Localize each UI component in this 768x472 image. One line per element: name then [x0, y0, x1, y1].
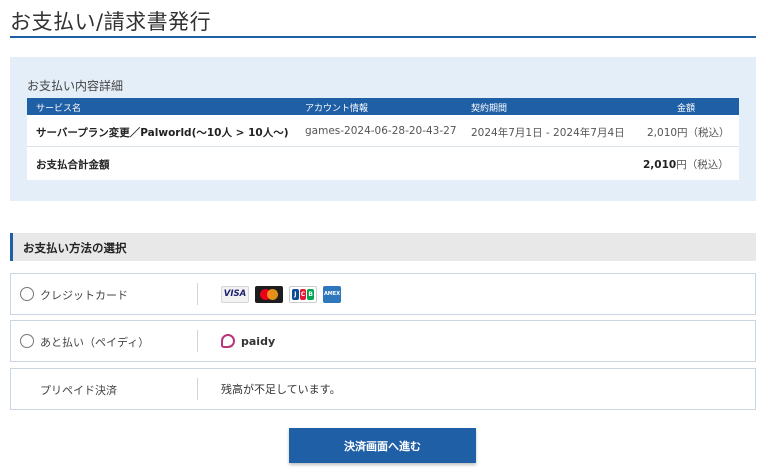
row-service: サーバープラン変更／Palworld(〜10人 > 10人〜) [36, 127, 289, 139]
paidy-brand: paidy [221, 321, 275, 361]
row-period: 2024年7月1日 - 2024年7月4日 [471, 127, 625, 139]
column-account: アカウント情報 [305, 104, 369, 114]
mastercard-logo-icon [255, 285, 283, 303]
column-amount: 金額 [677, 104, 696, 114]
payment-method-heading-bar: お支払い方法の選択 [10, 233, 756, 261]
title-underline [10, 36, 756, 38]
prepaid-message: 残高が不足しています。 [221, 383, 341, 396]
option-credit-card[interactable]: クレジットカード VISA J C B AMEX [10, 273, 756, 315]
page-title: お支払い/請求書発行 [10, 10, 212, 34]
payment-detail-panel: お支払い内容詳細 サービス名 アカウント情報 契約期間 金額 サーバープラン変更… [10, 57, 756, 201]
paidy-label: あと払い（ペイディ） [40, 336, 150, 349]
option-divider [197, 283, 198, 305]
jcb-logo-icon: J C B [289, 285, 317, 303]
option-divider [197, 378, 198, 400]
payment-detail-table: サービス名 アカウント情報 契約期間 金額 サーバープラン変更／Palworld… [27, 98, 739, 180]
proceed-to-payment-button[interactable]: 決済画面へ進む [289, 428, 476, 463]
credit-card-radio[interactable] [20, 287, 34, 301]
option-paidy[interactable]: あと払い（ペイディ） paidy [10, 320, 756, 362]
option-divider [197, 330, 198, 352]
credit-card-label: クレジットカード [40, 289, 128, 302]
total-label: お支払合計金額 [36, 159, 110, 171]
row-account: games-2024-06-28-20-43-27 [305, 125, 457, 137]
paidy-radio[interactable] [20, 334, 34, 348]
column-service: サービス名 [36, 104, 82, 114]
card-logos: VISA J C B AMEX [221, 274, 341, 314]
row-amount: 2,010円（税込） [647, 127, 730, 139]
prepaid-label: プリペイド決済 [40, 384, 117, 397]
amex-logo-icon: AMEX [323, 285, 341, 303]
column-period: 契約期間 [471, 104, 508, 114]
payment-detail-heading: お支払い内容詳細 [27, 79, 124, 93]
total-amount-value: 2,010 [643, 159, 677, 171]
table-header: サービス名 アカウント情報 契約期間 金額 [27, 98, 739, 115]
paidy-logo-text: paidy [241, 334, 276, 348]
total-row: お支払合計金額 2,010円（税込） [27, 147, 739, 180]
option-prepaid: プリペイド決済 残高が不足しています。 [10, 368, 756, 410]
prepaid-status: 残高が不足しています。 [221, 369, 341, 409]
visa-logo-icon: VISA [221, 285, 249, 303]
paidy-logo-icon [221, 334, 235, 348]
payment-method-heading: お支払い方法の選択 [23, 241, 127, 255]
table-row: サーバープラン変更／Palworld(〜10人 > 10人〜) games-20… [27, 115, 739, 147]
total-amount: 2,010円（税込） [643, 157, 729, 172]
total-amount-suffix: 円（税込） [676, 159, 729, 171]
